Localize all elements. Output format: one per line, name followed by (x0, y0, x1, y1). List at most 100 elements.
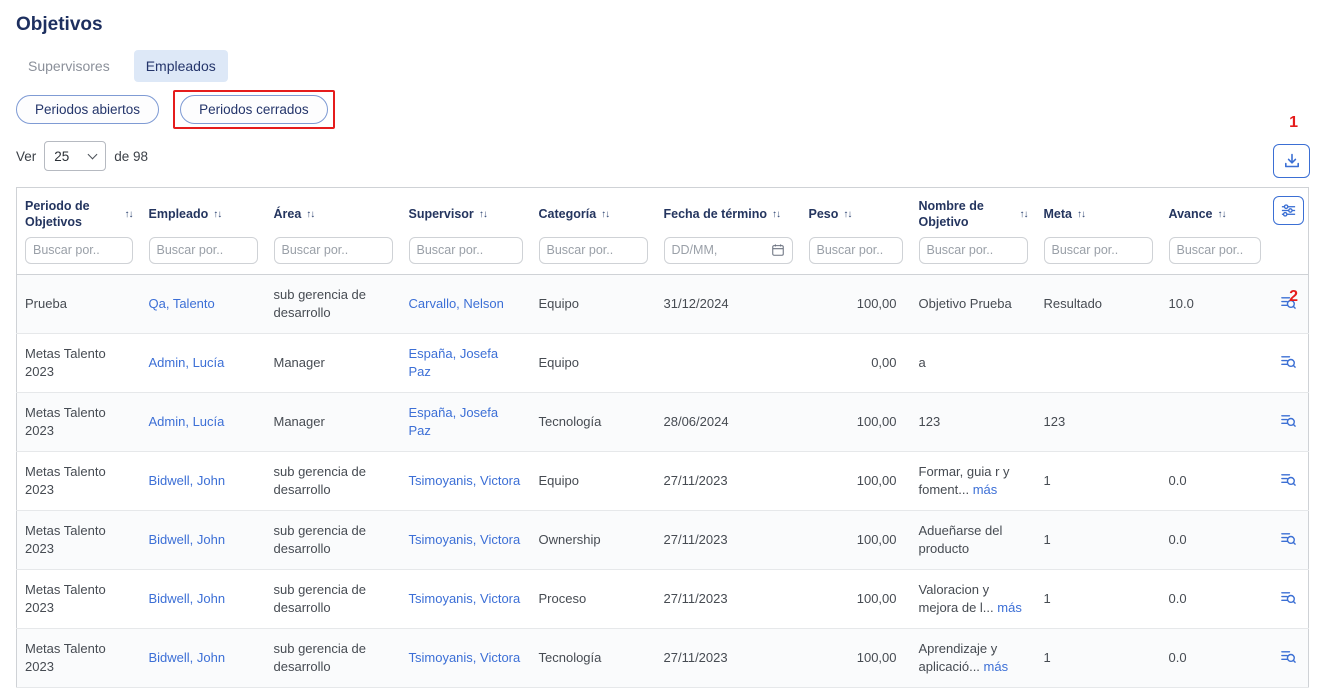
cell-peso: 100,00 (801, 510, 911, 569)
column-header-empleado[interactable]: Empleado↑↓ (141, 188, 266, 233)
cell-periodo: Metas Talento 2023 (17, 333, 141, 392)
row-details-button[interactable] (1278, 351, 1299, 372)
cell-avance: 0.0 (1161, 628, 1269, 687)
cell-supervisor: Carvallo, Nelson (401, 274, 531, 333)
list-search-icon (1280, 471, 1297, 488)
cell-avance: 0.0 (1161, 451, 1269, 510)
empleado-link[interactable]: Bidwell, John (149, 473, 226, 488)
sort-icon[interactable]: ↑↓ (843, 209, 851, 220)
cell-avance (1161, 392, 1269, 451)
filter-input-supervisor[interactable] (417, 243, 515, 257)
row-details-button[interactable] (1278, 410, 1299, 431)
supervisor-link[interactable]: Carvallo, Nelson (409, 296, 504, 311)
cell-supervisor: Tsimoyanis, Victora (401, 569, 531, 628)
download-button[interactable] (1273, 144, 1310, 178)
table-row: Metas Talento 2023Bidwell, Johnsub geren… (17, 628, 1309, 687)
cell-area: Manager (266, 333, 401, 392)
supervisor-link[interactable]: España, Josefa Paz (409, 346, 499, 379)
cell-categoria: Equipo (531, 274, 656, 333)
period-filter-bar: Periodos abiertos Periodos cerrados (16, 90, 1308, 129)
table-header-row: Periodo de Objetivos↑↓Empleado↑↓Área↑↓Su… (17, 188, 1309, 233)
column-header-peso[interactable]: Peso↑↓ (801, 188, 911, 233)
tune-sliders-icon (1280, 202, 1297, 219)
cell-nombre: a (911, 333, 1036, 392)
cell-avance: 0.0 (1161, 569, 1269, 628)
column-header-meta[interactable]: Meta↑↓ (1036, 188, 1161, 233)
column-header-periodo[interactable]: Periodo de Objetivos ↑↓ (17, 188, 141, 233)
empleado-link[interactable]: Qa, Talento (149, 296, 215, 311)
filter-input-peso[interactable] (817, 243, 895, 257)
empleado-link[interactable]: Admin, Lucía (149, 414, 225, 429)
mas-link[interactable]: más (997, 600, 1022, 615)
row-details-button[interactable] (1278, 587, 1299, 608)
sort-icon[interactable]: ↑↓ (772, 209, 780, 220)
filter-input-periodo[interactable] (33, 243, 125, 257)
supervisor-link[interactable]: Tsimoyanis, Victora (409, 473, 521, 488)
empleado-link[interactable]: Bidwell, John (149, 591, 226, 606)
filter-input-avance[interactable] (1177, 243, 1253, 257)
cell-nombre: 123 (911, 392, 1036, 451)
sort-icon[interactable]: ↑↓ (213, 209, 221, 220)
total-count-label: de 98 (114, 149, 148, 164)
cell-periodo: Metas Talento 2023 (17, 569, 141, 628)
cell-nombre: Objetivo Prueba (911, 274, 1036, 333)
sort-icon[interactable]: ↑↓ (479, 209, 487, 220)
column-header-nombre[interactable]: Nombre de Objetivo↑↓ (911, 188, 1036, 233)
cell-supervisor: España, Josefa Paz (401, 333, 531, 392)
cell-meta: 1 (1036, 569, 1161, 628)
cell-supervisor: Tsimoyanis, Victora (401, 628, 531, 687)
filter-input-empleado[interactable] (157, 243, 250, 257)
page-size-select[interactable]: 25 (44, 141, 106, 171)
column-header-fecha[interactable]: Fecha de término↑↓ (656, 188, 801, 233)
filter-input-fecha[interactable] (672, 243, 769, 257)
sort-icon[interactable]: ↑↓ (601, 209, 609, 220)
cell-actions (1269, 628, 1309, 687)
filter-input-area[interactable] (282, 243, 385, 257)
supervisor-link[interactable]: España, Josefa Paz (409, 405, 499, 438)
annotation-highlight-box: Periodos cerrados (173, 90, 335, 129)
mas-link[interactable]: más (984, 659, 1009, 674)
row-details-button[interactable] (1278, 469, 1299, 490)
empleado-link[interactable]: Bidwell, John (149, 650, 226, 665)
page-title: Objetivos (16, 0, 1308, 36)
objetivo-text: Adueñarse del producto (919, 523, 1003, 556)
cell-avance: 10.0 (1161, 274, 1269, 333)
row-details-button[interactable] (1278, 528, 1299, 549)
empleado-link[interactable]: Bidwell, John (149, 532, 226, 547)
page-size-value: 25 (54, 149, 69, 164)
sort-icon[interactable]: ↑↓ (1218, 209, 1226, 220)
column-label: Periodo de Objetivos (25, 198, 120, 231)
filter-input-nombre[interactable] (927, 243, 1020, 257)
tab-supervisores[interactable]: Supervisores (16, 50, 122, 82)
cell-fecha: 27/11/2023 (656, 451, 801, 510)
empleado-link[interactable]: Admin, Lucía (149, 355, 225, 370)
column-header-avance[interactable]: Avance↑↓ (1161, 188, 1269, 233)
supervisor-link[interactable]: Tsimoyanis, Victora (409, 650, 521, 665)
supervisor-link[interactable]: Tsimoyanis, Victora (409, 532, 521, 547)
cell-avance: 0.0 (1161, 510, 1269, 569)
cell-area: sub gerencia de desarrollo (266, 510, 401, 569)
list-search-icon (1280, 530, 1297, 547)
mas-link[interactable]: más (973, 482, 998, 497)
sort-icon[interactable]: ↑↓ (306, 209, 314, 220)
supervisor-link[interactable]: Tsimoyanis, Victora (409, 591, 521, 606)
column-header-categoria[interactable]: Categoría↑↓ (531, 188, 656, 233)
periodos-cerrados-button[interactable]: Periodos cerrados (180, 95, 328, 124)
list-search-icon (1280, 353, 1297, 370)
cell-fecha: 27/11/2023 (656, 510, 801, 569)
column-settings-button[interactable] (1273, 196, 1304, 225)
objetivos-page: Objetivos Supervisores Empleados Periodo… (0, 0, 1324, 694)
calendar-icon[interactable] (771, 243, 785, 257)
filter-input-meta[interactable] (1052, 243, 1145, 257)
column-header-supervisor[interactable]: Supervisor↑↓ (401, 188, 531, 233)
sort-icon[interactable]: ↑↓ (1077, 209, 1085, 220)
periodos-abiertos-button[interactable]: Periodos abiertos (16, 95, 159, 124)
column-header-area[interactable]: Área↑↓ (266, 188, 401, 233)
tab-empleados[interactable]: Empleados (134, 50, 228, 82)
sort-icon[interactable]: ↑↓ (1020, 209, 1028, 220)
sort-icon[interactable]: ↑↓ (125, 209, 133, 220)
filter-input-categoria[interactable] (547, 243, 640, 257)
row-details-button[interactable] (1278, 646, 1299, 667)
cell-periodo: Metas Talento 2023 (17, 628, 141, 687)
cell-empleado: Qa, Talento (141, 274, 266, 333)
